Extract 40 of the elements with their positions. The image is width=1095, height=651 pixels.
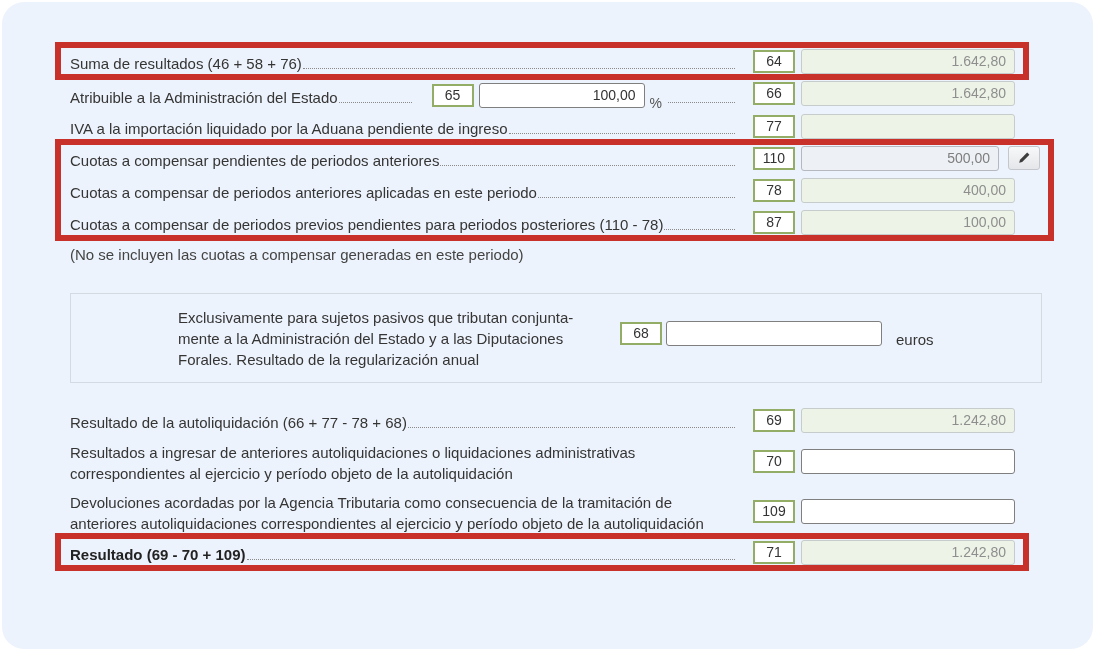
- box-number: 69: [753, 408, 795, 432]
- row-label: Cuotas a compensar pendientes de periodos anteriores: [70, 150, 440, 171]
- unit-label: euros: [896, 330, 934, 348]
- amount-field[interactable]: [801, 448, 1015, 474]
- box-number: 78: [753, 178, 795, 202]
- box-number: 68: [620, 321, 662, 345]
- amount-field[interactable]: [801, 113, 1015, 139]
- note-text: (No se incluyen las cuotas a compensar generadas en este periodo): [70, 245, 524, 265]
- row-label: Resultado (69 - 70 + 109): [70, 544, 246, 565]
- row-label: Cuotas a compensar de periodos anteriores aplicadas en este periodo: [70, 182, 537, 203]
- box-number: 65: [431, 84, 474, 107]
- amount-field[interactable]: 1.242,80: [801, 407, 1015, 433]
- amount-field[interactable]: [666, 320, 882, 346]
- amount-field[interactable]: 1.642,80: [801, 81, 1015, 106]
- box-number: 110: [753, 146, 795, 170]
- amount-field[interactable]: 500,00: [801, 145, 999, 171]
- box-number: 71: [753, 540, 795, 564]
- amount-field[interactable]: 100,00: [478, 83, 645, 108]
- box-number: 87: [753, 210, 795, 234]
- row-label: Suma de resultados (46 + 58 + 76): [70, 53, 302, 74]
- row-label: Cuotas a compensar de periodos previos pendientes para periodos posteriores (110 - 78): [70, 214, 664, 235]
- box-number: 77: [753, 114, 795, 138]
- box-number: 109: [753, 499, 795, 523]
- row-label: Resultado de la autoliquidación (66 + 77 - 78 + 68): [70, 412, 407, 433]
- row-label: IVA a la importación liquidado por la Aduana pendiente de ingreso: [70, 118, 508, 139]
- amount-field[interactable]: 100,00: [801, 209, 1015, 235]
- unit-label: %: [649, 95, 662, 111]
- amount-field[interactable]: 1.242,80: [801, 539, 1015, 565]
- row-label: Atribuible a la Administración del Estado: [70, 88, 338, 108]
- box-number: 70: [753, 449, 795, 473]
- row-label: Devoluciones acordadas por la Agencia Tributaria como consecuencia de la tramitación de anteriores autoliquidaciones correspondientes al ejercicio y período objeto de la autoliquidación: [70, 493, 705, 534]
- pencil-icon: [1018, 152, 1030, 164]
- amount-field[interactable]: [801, 498, 1015, 524]
- panel-text: Exclusivamente para sujetos pasivos que tributan conjunta-mente a la Administración del Estado y a las Diputaciones Forales. Resultado de la regularización anual: [178, 307, 575, 370]
- amount-field[interactable]: 1.642,80: [801, 48, 1015, 74]
- edit-button[interactable]: [1008, 146, 1040, 170]
- amount-field[interactable]: 400,00: [801, 177, 1015, 203]
- row-label: Resultados a ingresar de anteriores autoliquidaciones o liquidaciones administrativas correspondientes al ejercicio y período objeto de la autoliquidación: [70, 443, 637, 484]
- box-number: 66: [753, 82, 795, 105]
- box-number: 64: [753, 49, 795, 73]
